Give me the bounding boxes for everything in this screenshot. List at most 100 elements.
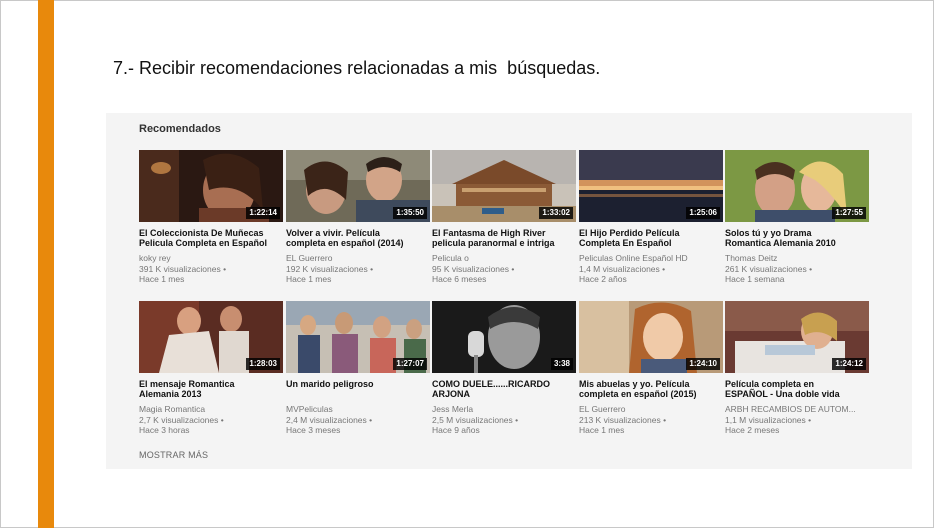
video-meta: EL Guerrero 192 K visualizaciones • Hace… bbox=[286, 253, 430, 285]
video-title-line[interactable]: El Coleccionista De Muñecas bbox=[139, 228, 283, 238]
video-age: Hace 1 semana bbox=[725, 274, 785, 284]
video-card[interactable]: 1:22:14 El Coleccionista De Muñecas Peli… bbox=[139, 150, 283, 285]
video-channel[interactable]: Peliculas Online Español HD bbox=[579, 253, 723, 264]
video-age: Hace 3 horas bbox=[139, 425, 190, 435]
video-title-line[interactable]: Mis abuelas y yo. Película bbox=[579, 379, 723, 389]
video-channel[interactable]: Thomas Deitz bbox=[725, 253, 869, 264]
video-age: Hace 2 años bbox=[579, 274, 627, 284]
video-meta: ARBH RECAMBIOS DE AUTOM... 1,1 M visuali… bbox=[725, 404, 869, 436]
video-thumbnail[interactable]: 1:27:07 bbox=[286, 301, 430, 373]
video-card[interactable]: 1:27:07 Un marido peligroso MVPeliculas … bbox=[286, 301, 430, 436]
video-age: Hace 1 mes bbox=[286, 274, 332, 284]
video-views: 261 K visualizaciones • bbox=[725, 263, 813, 274]
video-age: Hace 2 meses bbox=[725, 425, 780, 435]
video-views: 2,4 M visualizaciones • bbox=[286, 414, 373, 425]
video-title-line[interactable]: El Hijo Perdido Película bbox=[579, 228, 723, 238]
video-views: 391 K visualizaciones • bbox=[139, 263, 227, 274]
video-title-line[interactable]: Película completa en bbox=[725, 379, 869, 389]
video-thumbnail[interactable]: 1:22:14 bbox=[139, 150, 283, 222]
video-title-line[interactable]: Completa En Español bbox=[579, 238, 723, 248]
video-channel[interactable]: EL Guerrero bbox=[286, 253, 430, 264]
video-card[interactable]: 1:28:03 El mensaje Romantica Alemania 20… bbox=[139, 301, 283, 436]
video-duration: 1:25:06 bbox=[686, 207, 720, 219]
video-title-line[interactable]: Solos tú y yo Drama bbox=[725, 228, 869, 238]
video-meta: Peliculas Online Español HD 1,4 M visual… bbox=[579, 253, 723, 285]
video-title[interactable]: El Hijo Perdido Película Completa En Esp… bbox=[579, 228, 723, 248]
video-views: 213 K visualizaciones • bbox=[579, 414, 667, 425]
video-views: 1,1 M visualizaciones • bbox=[725, 414, 812, 425]
video-thumbnail[interactable]: 1:24:12 bbox=[725, 301, 869, 373]
video-age: Hace 6 meses bbox=[432, 274, 487, 284]
video-duration: 1:27:55 bbox=[832, 207, 866, 219]
video-title-line[interactable]: Un marido peligroso bbox=[286, 379, 430, 389]
video-duration: 1:27:07 bbox=[393, 358, 427, 370]
video-title[interactable]: Solos tú y yo Drama Romantica Alemania 2… bbox=[725, 228, 869, 248]
video-views: 192 K visualizaciones • bbox=[286, 263, 374, 274]
video-title-line[interactable]: El mensaje Romantica bbox=[139, 379, 283, 389]
video-duration: 1:22:14 bbox=[246, 207, 280, 219]
video-title[interactable]: Película completa en ESPAÑOL - Una doble… bbox=[725, 379, 869, 399]
video-title-line[interactable]: Romantica Alemania 2010 bbox=[725, 238, 869, 248]
video-card[interactable]: 1:24:10 Mis abuelas y yo. Película compl… bbox=[579, 301, 723, 436]
video-title[interactable]: El Coleccionista De Muñecas Pelicula Com… bbox=[139, 228, 283, 248]
video-channel[interactable]: koky rey bbox=[139, 253, 283, 264]
video-views: 2,7 K visualizaciones • bbox=[139, 414, 224, 425]
video-views: 1,4 M visualizaciones • bbox=[579, 263, 666, 274]
video-thumbnail[interactable]: 1:24:10 bbox=[579, 301, 723, 373]
video-title[interactable]: El mensaje Romantica Alemania 2013 bbox=[139, 379, 283, 399]
video-title-line[interactable]: El Fantasma de High River bbox=[432, 228, 576, 238]
video-duration: 1:24:10 bbox=[686, 358, 720, 370]
video-duration: 1:33:02 bbox=[539, 207, 573, 219]
video-channel[interactable]: Jess Merla bbox=[432, 404, 576, 415]
video-duration: 1:24:12 bbox=[832, 358, 866, 370]
video-thumbnail[interactable]: 1:27:55 bbox=[725, 150, 869, 222]
video-title[interactable]: COMO DUELE......RICARDO ARJONA bbox=[432, 379, 576, 399]
video-channel[interactable]: EL Guerrero bbox=[579, 404, 723, 415]
video-thumbnail[interactable]: 1:33:02 bbox=[432, 150, 576, 222]
video-meta: Magia Romantica 2,7 K visualizaciones • … bbox=[139, 404, 283, 436]
video-title[interactable]: El Fantasma de High River pelicula paran… bbox=[432, 228, 576, 248]
video-duration: 1:35:50 bbox=[393, 207, 427, 219]
video-channel[interactable]: Pelicula o bbox=[432, 253, 576, 264]
video-thumbnail[interactable]: 1:28:03 bbox=[139, 301, 283, 373]
video-views: 2,5 M visualizaciones • bbox=[432, 414, 519, 425]
video-card[interactable]: 1:33:02 El Fantasma de High River pelicu… bbox=[432, 150, 576, 285]
video-age: Hace 1 mes bbox=[579, 425, 625, 435]
video-age: Hace 3 meses bbox=[286, 425, 341, 435]
show-more-button[interactable]: MOSTRAR MÁS bbox=[139, 450, 208, 460]
section-title: Recomendados bbox=[139, 123, 221, 135]
accent-bar bbox=[38, 0, 54, 528]
video-title-line[interactable]: completa en español (2014) bbox=[286, 238, 430, 248]
video-channel[interactable]: ARBH RECAMBIOS DE AUTOM... bbox=[725, 404, 869, 415]
video-meta: Pelicula o 95 K visualizaciones • Hace 6… bbox=[432, 253, 576, 285]
video-thumbnail[interactable]: 1:25:06 bbox=[579, 150, 723, 222]
video-meta: MVPeliculas 2,4 M visualizaciones • Hace… bbox=[286, 404, 430, 436]
video-title-line[interactable]: ARJONA bbox=[432, 389, 576, 399]
video-duration: 3:38 bbox=[550, 358, 573, 370]
slide-title: 7.- Recibir recomendaciones relacionadas… bbox=[113, 58, 601, 78]
video-card[interactable]: 1:35:50 Volver a vivir. Película complet… bbox=[286, 150, 430, 285]
video-title[interactable]: Un marido peligroso bbox=[286, 379, 430, 399]
video-title-line[interactable]: ESPAÑOL - Una doble vida bbox=[725, 389, 869, 399]
video-meta: Jess Merla 2,5 M visualizaciones • Hace … bbox=[432, 404, 576, 436]
video-title-line[interactable]: Alemania 2013 bbox=[139, 389, 283, 399]
video-title[interactable]: Mis abuelas y yo. Película completa en e… bbox=[579, 379, 723, 399]
video-card[interactable]: 1:25:06 El Hijo Perdido Película Complet… bbox=[579, 150, 723, 285]
video-title-line[interactable]: pelicula paranormal e intriga bbox=[432, 238, 576, 248]
video-views: 95 K visualizaciones • bbox=[432, 263, 515, 274]
video-age: Hace 9 años bbox=[432, 425, 480, 435]
video-title-line[interactable]: COMO DUELE......RICARDO bbox=[432, 379, 576, 389]
video-card[interactable]: 1:27:55 Solos tú y yo Drama Romantica Al… bbox=[725, 150, 869, 285]
video-title-line[interactable]: Volver a vivir. Película bbox=[286, 228, 430, 238]
video-meta: EL Guerrero 213 K visualizaciones • Hace… bbox=[579, 404, 723, 436]
video-card[interactable]: 3:38 COMO DUELE......RICARDO ARJONA Jess… bbox=[432, 301, 576, 436]
video-card[interactable]: 1:24:12 Película completa en ESPAÑOL - U… bbox=[725, 301, 869, 436]
video-channel[interactable]: MVPeliculas bbox=[286, 404, 430, 415]
video-thumbnail[interactable]: 3:38 bbox=[432, 301, 576, 373]
video-channel[interactable]: Magia Romantica bbox=[139, 404, 283, 415]
video-meta: koky rey 391 K visualizaciones • Hace 1 … bbox=[139, 253, 283, 285]
video-title[interactable]: Volver a vivir. Película completa en esp… bbox=[286, 228, 430, 248]
video-title-line[interactable]: Pelicula Completa en Español bbox=[139, 238, 283, 248]
video-title-line[interactable]: completa en español (2015) bbox=[579, 389, 723, 399]
video-thumbnail[interactable]: 1:35:50 bbox=[286, 150, 430, 222]
